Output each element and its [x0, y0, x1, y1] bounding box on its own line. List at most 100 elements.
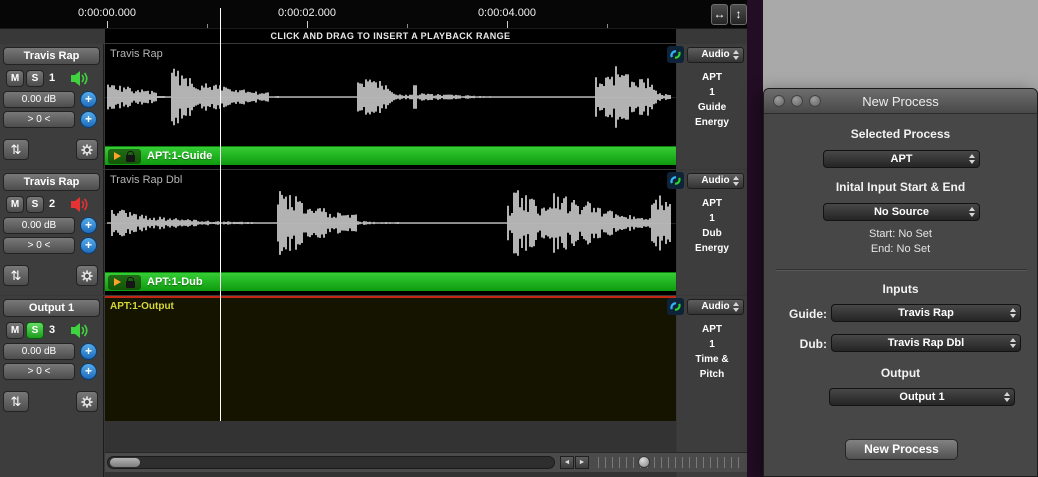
process-value: APT [890, 153, 913, 165]
process-bar-dub[interactable]: APT:1-Dub [105, 272, 676, 291]
dialog-titlebar[interactable]: New Process [764, 89, 1037, 114]
separator [776, 269, 1027, 271]
ruler-tick [307, 21, 308, 28]
ruler-tick [107, 21, 108, 28]
group-link-icon[interactable] [667, 46, 684, 63]
scrollbar-thumb[interactable] [110, 458, 140, 467]
main-window-edge [747, 0, 763, 477]
dub-dropdown[interactable]: Travis Rap Dbl [831, 334, 1021, 352]
track-type-dropdown[interactable]: Audio [687, 173, 744, 189]
zoom-slider-track[interactable] [598, 457, 740, 468]
horizontal-zoom-button[interactable]: ↔ [711, 4, 728, 25]
process-info: APT 1 Dub Energy [695, 198, 729, 254]
vertical-zoom-button[interactable]: ↕ [730, 4, 747, 25]
track-name-button[interactable]: Travis Rap [3, 173, 100, 191]
track-info-panel: Audio APT 1 Time & Pitch [667, 296, 747, 421]
ruler-tick [507, 21, 508, 28]
add-range-automation-button[interactable]: + [80, 237, 97, 254]
group-link-icon[interactable] [667, 298, 684, 315]
track-settings-button[interactable] [76, 265, 98, 286]
track-name-button[interactable]: Travis Rap [3, 47, 100, 65]
range-button[interactable]: > 0 < [3, 237, 75, 254]
mute-button[interactable]: M [6, 322, 24, 339]
solo-button[interactable]: S [26, 70, 44, 87]
range-button[interactable]: > 0 < [3, 111, 75, 128]
add-gain-automation-button[interactable]: + [80, 91, 97, 108]
output-dropdown[interactable]: Output 1 [829, 388, 1015, 406]
track-type-dropdown[interactable]: Audio [687, 299, 744, 315]
add-range-automation-button[interactable]: + [80, 363, 97, 380]
group-link-icon[interactable] [667, 172, 684, 189]
waveform [107, 190, 671, 256]
lock-icon[interactable] [126, 276, 135, 288]
playhead-cursor[interactable] [220, 8, 221, 421]
dropdown-arrows-icon [969, 207, 975, 217]
reorder-track-button[interactable]: ⇅ [3, 265, 29, 286]
horizontal-scrollbar[interactable] [107, 456, 555, 469]
play-icon[interactable] [114, 278, 121, 286]
process-bar-label: APT:1-Guide [147, 150, 213, 162]
dub-value: Travis Rap Dbl [887, 337, 965, 349]
guide-dropdown[interactable]: Travis Rap [831, 304, 1021, 322]
gain-button[interactable]: 0.00 dB [3, 343, 75, 360]
source-dropdown[interactable]: No Source [823, 203, 980, 221]
reorder-track-button[interactable]: ⇅ [3, 139, 29, 160]
play-icon[interactable] [114, 152, 121, 160]
track-number: 2 [49, 198, 56, 210]
mute-button[interactable]: M [6, 196, 24, 213]
gain-button[interactable]: 0.00 dB [3, 91, 75, 108]
dropdown-arrows-icon [733, 176, 739, 186]
guide-label: Guide: [789, 307, 827, 321]
process-bar-label: APT:1-Dub [147, 276, 203, 288]
track-type-value: Audio [701, 175, 730, 186]
dropdown-arrows-icon [1010, 308, 1016, 318]
range-button[interactable]: > 0 < [3, 363, 75, 380]
playback-range-banner[interactable]: CLICK AND DRAG TO INSERT A PLAYBACK RANG… [105, 29, 676, 43]
add-range-automation-button[interactable]: + [80, 111, 97, 128]
audio-editor: 0:00:00.000 0:00:02.000 0:00:04.000 ↔ ↕ … [0, 0, 747, 477]
new-process-button[interactable]: New Process [845, 439, 958, 460]
track-type-dropdown[interactable]: Audio [687, 47, 744, 63]
track-info-panel: Audio APT 1 Guide Energy [667, 44, 747, 169]
lock-icon[interactable] [126, 150, 135, 162]
ruler-time-label: 0:00:04.000 [477, 7, 537, 19]
add-gain-automation-button[interactable]: + [80, 217, 97, 234]
gear-icon [81, 270, 93, 282]
speaker-muted-icon[interactable] [70, 196, 91, 213]
zoom-slider-thumb[interactable] [638, 456, 650, 468]
scroll-left-button[interactable]: ◄ [560, 456, 574, 469]
zoom-button[interactable] [809, 95, 821, 107]
process-dropdown[interactable]: APT [823, 150, 980, 168]
timeline-ruler[interactable]: 0:00:00.000 0:00:02.000 0:00:04.000 ↔ ↕ [0, 0, 747, 29]
solo-button[interactable]: S [26, 196, 44, 213]
track-settings-button[interactable] [76, 391, 98, 412]
track-type-value: Audio [701, 49, 730, 60]
close-button[interactable] [773, 95, 785, 107]
dropdown-arrows-icon [1010, 338, 1016, 348]
dropdown-arrows-icon [733, 50, 739, 60]
track-name-button[interactable]: Output 1 [3, 299, 100, 317]
minimize-button[interactable] [791, 95, 803, 107]
ruler-tick [207, 24, 208, 28]
solo-button-active[interactable]: S [26, 322, 44, 339]
ruler-time-label: 0:00:02.000 [277, 7, 337, 19]
speaker-icon[interactable] [70, 70, 91, 87]
track-settings-button[interactable] [76, 139, 98, 160]
track-header: Travis Rap M S 2 0.00 dB + > 0 < + ⇅ [0, 170, 104, 295]
output-label: Output [880, 366, 921, 380]
reorder-track-button[interactable]: ⇅ [3, 391, 29, 412]
inputs-label: Inputs [882, 282, 919, 296]
track-info-panel: Audio APT 1 Dub Energy [667, 170, 747, 295]
bottom-left-panel [0, 421, 104, 477]
add-gain-automation-button[interactable]: + [80, 343, 97, 360]
process-info: APT 1 Guide Energy [695, 72, 729, 128]
scroll-right-button[interactable]: ► [575, 456, 589, 469]
gain-button[interactable]: 0.00 dB [3, 217, 75, 234]
audio-clip-guide[interactable]: Travis Rap APT:1-Guide [105, 44, 676, 169]
end-status: End: No Set [870, 243, 931, 255]
mute-button[interactable]: M [6, 70, 24, 87]
process-bar-guide[interactable]: APT:1-Guide [105, 146, 676, 165]
output-clip[interactable]: APT:1-Output [105, 296, 676, 421]
audio-clip-dub[interactable]: Travis Rap Dbl APT:1-Dub [105, 170, 676, 295]
speaker-icon[interactable] [70, 322, 91, 339]
